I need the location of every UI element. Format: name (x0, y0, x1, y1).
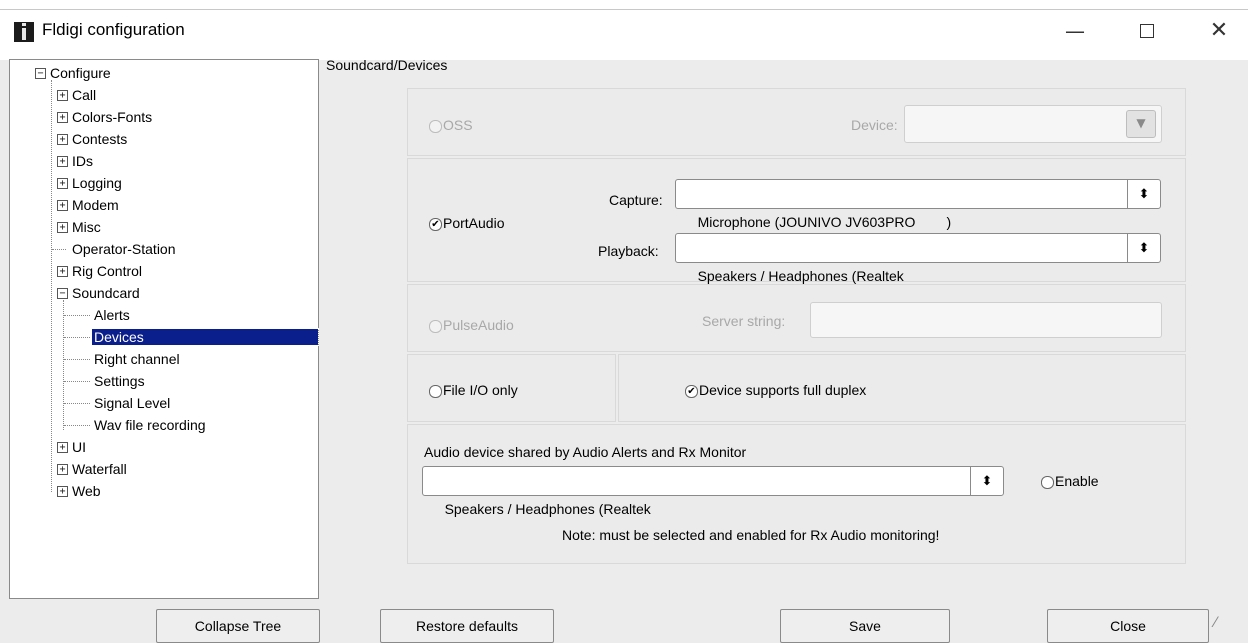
tree-item-web[interactable]: Web (72, 483, 101, 499)
oss-checkbox[interactable] (429, 120, 442, 133)
tree-item-alerts[interactable]: Alerts (94, 307, 130, 323)
tree-item-devices[interactable]: Devices (91, 328, 319, 346)
expand-icon[interactable]: + (57, 112, 68, 123)
tree-item-ui[interactable]: UI (72, 439, 86, 455)
tree-item-right-channel[interactable]: Right channel (94, 351, 180, 367)
server-string-label: Server string: (702, 313, 786, 329)
tree-root-configure[interactable]: Configure (50, 65, 111, 81)
oss-device-label: Device: (851, 117, 898, 133)
playback-device-select[interactable]: Speakers / Headphones (Realtek ⬍ (675, 233, 1161, 284)
updown-icon[interactable]: ⬍ (970, 467, 1003, 495)
expand-icon[interactable]: + (57, 464, 68, 475)
full-duplex-label: Device supports full duplex (699, 382, 867, 398)
tree-item-waterfall[interactable]: Waterfall (72, 461, 127, 477)
tree-item-ids[interactable]: IDs (72, 153, 93, 169)
expand-icon[interactable]: + (57, 178, 68, 189)
capture-device-select[interactable]: Microphone (JOUNIVO JV603PRO ) ⬍ (675, 179, 1161, 230)
capture-value: Microphone (JOUNIVO JV603PRO ) (697, 214, 952, 230)
minimize-button[interactable]: — (1052, 16, 1098, 46)
enable-label: Enable (1055, 473, 1099, 489)
top-edge-strip (0, 0, 1248, 10)
portaudio-checkbox[interactable]: ✔ (429, 218, 442, 231)
tree-item-rig-control[interactable]: Rig Control (72, 263, 142, 279)
tree-item-call[interactable]: Call (72, 87, 96, 103)
playback-value: Speakers / Headphones (Realtek (697, 268, 904, 284)
expand-icon[interactable]: + (57, 90, 68, 101)
file-io-label: File I/O only (443, 382, 518, 398)
collapse-tree-button[interactable]: Collapse Tree (156, 609, 320, 643)
collapse-icon[interactable]: − (57, 288, 68, 299)
updown-icon[interactable]: ⬍ (1127, 234, 1160, 262)
shared-audio-select[interactable]: Speakers / Headphones (Realtek ⬍ (422, 466, 1004, 517)
maximize-button[interactable] (1124, 16, 1170, 46)
server-string-input[interactable] (810, 302, 1162, 338)
maximize-icon (1140, 24, 1154, 38)
tree-item-soundcard[interactable]: Soundcard (72, 285, 140, 301)
window-title: Fldigi configuration (42, 20, 185, 39)
tree-item-signal-level[interactable]: Signal Level (94, 395, 170, 411)
expand-icon[interactable]: + (57, 222, 68, 233)
monitoring-note: Note: must be selected and enabled for R… (562, 527, 940, 543)
expand-icon[interactable]: + (57, 134, 68, 145)
dropdown-icon[interactable]: ▼ (1126, 110, 1156, 138)
section-title: Soundcard/Devices (326, 57, 448, 73)
expand-icon[interactable]: + (57, 200, 68, 211)
file-io-group: File I/O only (407, 354, 616, 422)
enable-checkbox[interactable] (1041, 476, 1054, 489)
expand-icon[interactable]: + (57, 442, 68, 453)
close-window-button[interactable]: ✕ (1196, 16, 1242, 46)
tree-item-wav-file-recording[interactable]: Wav file recording (94, 417, 206, 433)
oss-device-select[interactable] (904, 105, 1162, 143)
tree-item-contests[interactable]: Contests (72, 131, 127, 147)
resize-grip-icon[interactable]: ⁄ (1214, 615, 1216, 631)
portaudio-label: PortAudio (443, 215, 505, 231)
fldigi-app-icon (14, 22, 34, 42)
collapse-icon[interactable]: − (35, 68, 46, 79)
oss-group: OSS Device: ▼ (407, 88, 1186, 156)
close-button[interactable]: Close (1047, 609, 1209, 643)
expand-icon[interactable]: + (57, 156, 68, 167)
tree-item-operator-station[interactable]: Operator-Station (72, 241, 176, 257)
shared-audio-value: Speakers / Headphones (Realtek (444, 501, 651, 517)
pulseaudio-checkbox[interactable] (429, 320, 442, 333)
expand-icon[interactable]: + (57, 266, 68, 277)
pulseaudio-label: PulseAudio (443, 317, 514, 333)
save-button[interactable]: Save (780, 609, 950, 643)
updown-icon[interactable]: ⬍ (1127, 180, 1160, 208)
tree-item-logging[interactable]: Logging (72, 175, 122, 191)
capture-label: Capture: (609, 192, 663, 208)
shared-audio-title: Audio device shared by Audio Alerts and … (424, 444, 747, 460)
tree-item-settings[interactable]: Settings (94, 373, 145, 389)
full-duplex-checkbox[interactable]: ✔ (685, 385, 698, 398)
pulseaudio-group: PulseAudio Server string: (407, 284, 1186, 352)
tree-item-colors-fonts[interactable]: Colors-Fonts (72, 109, 152, 125)
oss-label: OSS (443, 117, 473, 133)
restore-defaults-button[interactable]: Restore defaults (380, 609, 554, 643)
expand-icon[interactable]: + (57, 486, 68, 497)
tree-item-misc[interactable]: Misc (72, 219, 101, 235)
file-io-checkbox[interactable] (429, 385, 442, 398)
playback-label: Playback: (598, 243, 659, 259)
duplex-group: ✔ Device supports full duplex (618, 354, 1186, 422)
portaudio-group: ✔ PortAudio Capture: Microphone (JOUNIVO… (407, 158, 1186, 284)
tree-item-modem[interactable]: Modem (72, 197, 119, 213)
shared-audio-group: Audio device shared by Audio Alerts and … (407, 424, 1186, 564)
config-tree[interactable]: − Configure + Call + Colors-Fonts + Cont… (9, 59, 319, 599)
